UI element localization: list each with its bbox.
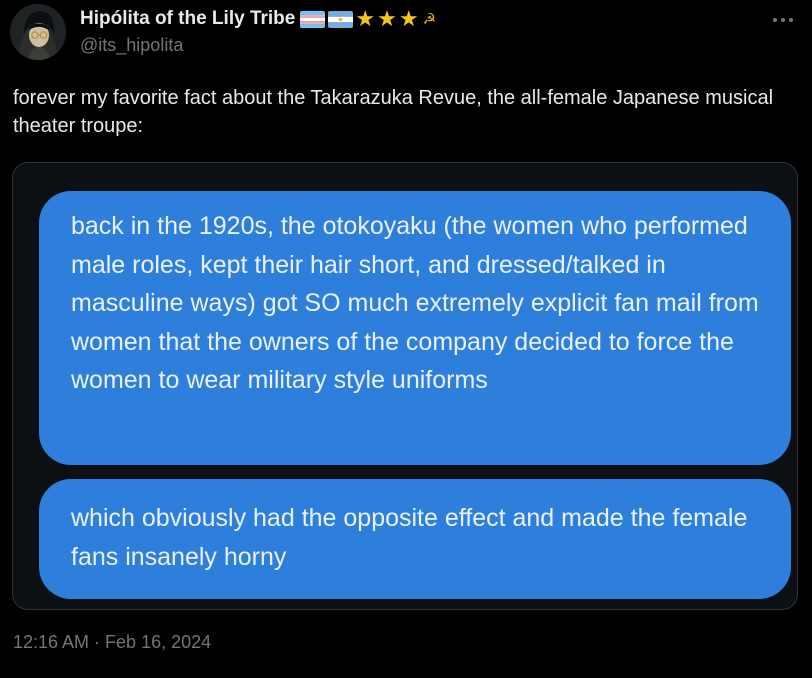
avatar[interactable] <box>10 4 66 60</box>
argentina-flag-icon <box>328 10 354 28</box>
tweet-timestamp[interactable]: 12:16 AM · Feb 16, 2024 <box>13 632 211 653</box>
tweet-post: Hipólita of the Lily Tribe ★ ★ ★ ☭ @its_… <box>0 0 812 678</box>
tweet-text: forever my favorite fact about the Takar… <box>13 87 774 137</box>
more-options-button[interactable] <box>770 10 796 30</box>
avatar-illustration <box>10 4 66 60</box>
user-handle[interactable]: @its_hipolita <box>80 35 752 56</box>
display-name[interactable]: Hipólita of the Lily Tribe <box>80 8 295 30</box>
transgender-flag-icon <box>300 10 326 28</box>
message-bubble: which obviously had the opposite effect … <box>39 479 791 599</box>
name-row: Hipólita of the Lily Tribe ★ ★ ★ ☭ <box>80 6 752 32</box>
star-icon: ★ <box>377 6 397 31</box>
tweet-header: Hipólita of the Lily Tribe ★ ★ ★ ☭ @its_… <box>80 6 752 56</box>
message-bubble: back in the 1920s, the otokoyaku (the wo… <box>39 191 791 465</box>
star-icon: ★ <box>398 6 419 31</box>
more-horizontal-icon <box>773 18 793 22</box>
hammer-and-sickle-icon: ☭ <box>422 10 437 28</box>
profile-badges: ★ ★ ★ ☭ <box>300 8 436 30</box>
star-icon: ★ <box>355 6 376 31</box>
tweet-media-image[interactable]: back in the 1920s, the otokoyaku (the wo… <box>12 162 798 610</box>
